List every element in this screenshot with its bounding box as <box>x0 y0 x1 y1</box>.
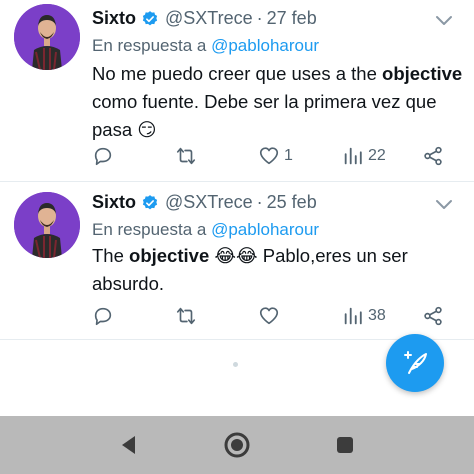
reply-mention-link[interactable]: @pabloharour <box>211 36 319 55</box>
home-circle-icon[interactable] <box>222 430 252 460</box>
share-icon <box>422 145 444 167</box>
tweet-header: Sixto @SXTrece · 25 feb <box>92 192 317 213</box>
reply-icon <box>92 305 114 327</box>
like-count: 1 <box>284 147 293 164</box>
reply-context: En respuesta a @pabloharour <box>92 36 319 56</box>
tweet-header: Sixto @SXTrece · 27 feb <box>92 8 317 29</box>
share-button[interactable] <box>422 144 444 168</box>
reply-context: En respuesta a @pabloharour <box>92 220 319 240</box>
avatar[interactable] <box>14 4 80 70</box>
tweet-text-end: como fuente. Debe ser la primera vez que… <box>92 91 437 140</box>
views-icon <box>342 305 364 327</box>
compose-icon <box>401 349 429 377</box>
reply-icon <box>92 145 114 167</box>
reply-prefix: En respuesta a <box>92 220 207 239</box>
views-button[interactable]: 38 <box>342 304 386 328</box>
author-name[interactable]: Sixto <box>92 192 136 213</box>
tweet[interactable]: Sixto @SXTrece · 27 feb En respuesta a @… <box>0 0 474 182</box>
action-bar: 38 <box>92 304 452 328</box>
tweet-date[interactable]: 25 feb <box>267 192 317 213</box>
recents-square-icon[interactable] <box>330 430 360 460</box>
views-icon <box>342 145 364 167</box>
share-button[interactable] <box>422 304 444 328</box>
verified-badge-icon <box>141 194 159 212</box>
share-icon <box>422 305 444 327</box>
author-handle[interactable]: @SXTrece <box>165 8 253 29</box>
avatar[interactable] <box>14 192 80 258</box>
verified-badge-icon <box>141 10 159 28</box>
reply-prefix: En respuesta a <box>92 36 207 55</box>
like-button[interactable]: 1 <box>258 144 293 168</box>
author-handle[interactable]: @SXTrece <box>165 192 253 213</box>
tweet-text-start: No me puedo creer que uses a the <box>92 63 383 84</box>
tweet-text: The objective 😂😂 Pablo,eres un ser absur… <box>92 242 464 298</box>
tweet-text-bold: objective <box>129 245 210 266</box>
compose-button[interactable] <box>386 334 444 392</box>
reply-mention-link[interactable]: @pabloharour <box>211 220 319 239</box>
reply-button[interactable] <box>92 304 118 328</box>
views-count: 22 <box>368 147 386 164</box>
separator-dot: · <box>256 8 263 28</box>
action-bar: 1 22 <box>92 144 452 168</box>
like-button[interactable] <box>258 304 284 328</box>
heart-icon <box>258 305 280 327</box>
system-nav-bar <box>0 416 474 474</box>
tweet-text: No me puedo creer que uses a the objecti… <box>92 60 464 144</box>
separator-dot: · <box>256 192 263 212</box>
tweet-text-start: The <box>92 245 130 266</box>
author-name[interactable]: Sixto <box>92 8 136 29</box>
tweet[interactable]: Sixto @SXTrece · 25 feb En respuesta a @… <box>0 182 474 340</box>
views-button[interactable]: 22 <box>342 144 386 168</box>
retweet-icon <box>175 305 197 327</box>
retweet-button[interactable] <box>175 304 201 328</box>
retweet-icon <box>175 145 197 167</box>
heart-icon <box>258 145 280 167</box>
tweet-date[interactable]: 27 feb <box>267 8 317 29</box>
more-icon[interactable] <box>432 10 456 30</box>
reply-button[interactable] <box>92 144 118 168</box>
tweet-text-bold: objective <box>382 63 463 84</box>
more-icon[interactable] <box>432 194 456 214</box>
views-count: 38 <box>368 307 386 324</box>
back-triangle-icon[interactable] <box>114 430 144 460</box>
loading-dot <box>233 362 238 367</box>
retweet-button[interactable] <box>175 144 201 168</box>
